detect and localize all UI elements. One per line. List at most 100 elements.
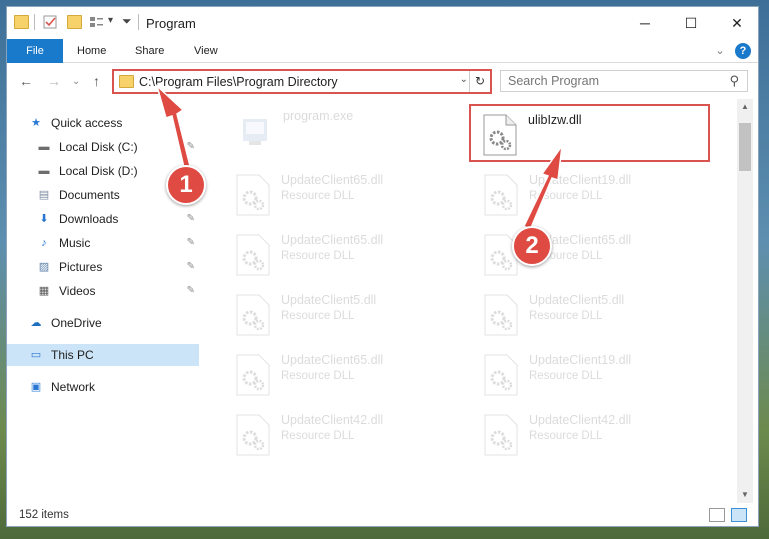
sidebar-item-local-disk-c[interactable]: ▬ Local Disk (C:) ✎ xyxy=(7,136,199,158)
sidebar-item-label: Music xyxy=(59,236,91,250)
file-item[interactable]: UpdateClient65.dll Resource DLL xyxy=(233,351,473,401)
back-button[interactable]: ← xyxy=(19,73,33,89)
address-dropdown-button[interactable]: ⌄ xyxy=(460,74,468,85)
dll-file-icon xyxy=(484,354,518,396)
pin-icon[interactable]: ✎ xyxy=(187,280,195,302)
scroll-down-button[interactable]: ▼ xyxy=(737,487,753,503)
pin-icon[interactable]: ✎ xyxy=(187,136,195,158)
sidebar-item-label: Downloads xyxy=(59,212,119,226)
sidebar-item-pictures[interactable]: ▨ Pictures ✎ xyxy=(7,256,199,278)
dll-file-icon xyxy=(236,174,270,216)
file-item[interactable]: UpdateClient42.dll Resource DLL xyxy=(233,411,473,461)
sidebar-item-onedrive[interactable]: ☁ OneDrive xyxy=(7,312,199,334)
vertical-scrollbar[interactable]: ▲ ▼ xyxy=(737,99,753,503)
window-title: Program xyxy=(146,16,196,31)
divider xyxy=(138,14,139,30)
target-file-highlight xyxy=(469,104,710,162)
navigation-bar: ← → ⌄ ↑ C:\Program Files\Program Directo… xyxy=(7,63,758,99)
sidebar-item-label: Videos xyxy=(59,284,96,298)
tab-share[interactable]: Share xyxy=(135,39,164,63)
download-icon: ⬇ xyxy=(39,213,49,225)
file-type: Resource DLL xyxy=(529,430,603,442)
status-bar: 152 items xyxy=(7,503,758,526)
folder-icon xyxy=(119,75,134,88)
pin-icon[interactable]: ✎ xyxy=(187,232,195,254)
file-name: UpdateClient5.dll xyxy=(281,293,377,307)
chevron-down-icon[interactable]: ▾ xyxy=(108,15,113,26)
sidebar-item-label: Local Disk (D:) xyxy=(59,164,138,178)
new-folder-icon[interactable] xyxy=(67,15,82,29)
file-name: UpdateClient19.dll xyxy=(529,353,632,367)
file-name: UpdateClient65.dll xyxy=(281,233,384,247)
search-box[interactable]: ⚲ xyxy=(500,70,748,92)
file-item[interactable]: UpdateClient42.dll Resource DLL xyxy=(481,411,721,461)
tab-home[interactable]: Home xyxy=(77,39,106,63)
file-name: UpdateClient19.dll xyxy=(529,173,632,187)
sidebar-item-label: Local Disk (C:) xyxy=(59,140,138,154)
sidebar-item-label: Pictures xyxy=(59,260,103,274)
folder-icon xyxy=(14,15,29,29)
file-item[interactable]: UpdateClient65.dll Resource DLL xyxy=(233,171,473,221)
file-type: Resource DLL xyxy=(529,190,603,202)
up-button[interactable]: ↑ xyxy=(93,73,100,89)
large-icons-view-button[interactable] xyxy=(731,508,747,522)
sidebar-item-label: OneDrive xyxy=(51,316,102,330)
pin-icon[interactable]: ✎ xyxy=(187,208,195,230)
address-path[interactable]: C:\Program Files\Program Directory xyxy=(139,75,338,89)
close-button[interactable]: ✕ xyxy=(714,7,758,39)
pin-icon[interactable]: ✎ xyxy=(187,256,195,278)
music-icon: ♪ xyxy=(41,237,47,249)
file-name: UpdateClient42.dll xyxy=(529,413,632,427)
dll-file-icon xyxy=(236,234,270,276)
view-options-icon[interactable] xyxy=(89,15,104,29)
search-input[interactable] xyxy=(501,71,701,91)
sidebar-item-videos[interactable]: ▦ Videos ✎ xyxy=(7,280,199,302)
scrollbar-thumb[interactable] xyxy=(739,123,751,171)
document-icon: ▤ xyxy=(38,189,50,201)
dll-file-icon xyxy=(484,174,518,216)
tab-view[interactable]: View xyxy=(194,39,218,63)
maximize-button[interactable]: ☐ xyxy=(668,7,714,39)
file-item[interactable]: UpdateClient5.dll Resource DLL xyxy=(233,291,473,341)
help-icon[interactable]: ? xyxy=(735,43,751,59)
sidebar-item-label: Quick access xyxy=(51,116,123,130)
sidebar-item-this-pc[interactable]: ▭ This PC xyxy=(7,344,199,366)
file-name: program.exe xyxy=(283,109,354,123)
search-icon[interactable]: ⚲ xyxy=(729,73,739,89)
callout-2: 2 xyxy=(512,226,552,266)
expand-ribbon-icon[interactable]: ⌄ xyxy=(712,43,728,59)
details-view-button[interactable] xyxy=(709,508,725,522)
tab-file[interactable]: File xyxy=(7,39,63,63)
properties-icon[interactable] xyxy=(43,15,58,29)
file-item[interactable]: UpdateClient19.dll Resource DLL xyxy=(481,351,721,401)
title-bar: ▾ ⏷ Program ─ ☐ ✕ xyxy=(7,7,758,39)
file-item-program[interactable]: program.exe xyxy=(235,107,475,157)
file-type: Resource DLL xyxy=(529,310,603,322)
callout-1: 1 xyxy=(166,165,206,205)
dll-file-icon xyxy=(236,354,270,396)
file-item[interactable]: UpdateClient5.dll Resource DLL xyxy=(481,291,721,341)
dll-file-icon xyxy=(484,294,518,336)
sidebar-item-music[interactable]: ♪ Music ✎ xyxy=(7,232,199,254)
sidebar-item-quick-access[interactable]: ★ Quick access xyxy=(7,112,199,134)
drive-icon: ▬ xyxy=(38,165,50,177)
sidebar-item-label: Network xyxy=(51,380,96,394)
file-item[interactable]: UpdateClient65.dll Resource DLL xyxy=(233,231,473,281)
computer-icon: ▭ xyxy=(30,349,42,361)
customize-toolbar-icon[interactable]: ⏷ xyxy=(122,14,132,29)
address-bar[interactable]: C:\Program Files\Program Directory ⌄ ↻ xyxy=(112,69,492,94)
video-icon: ▦ xyxy=(38,285,50,297)
recent-locations-button[interactable]: ⌄ xyxy=(72,76,80,87)
scroll-up-button[interactable]: ▲ xyxy=(737,99,753,115)
pictures-icon: ▨ xyxy=(38,261,50,273)
forward-button[interactable]: → xyxy=(47,73,61,89)
sidebar-item-label: Documents xyxy=(59,188,120,202)
dll-file-icon xyxy=(236,414,270,456)
sidebar-item-network[interactable]: ▣ Network xyxy=(7,376,199,398)
application-icon xyxy=(243,119,267,145)
sidebar-item-downloads[interactable]: ⬇ Downloads ✎ xyxy=(7,208,199,230)
divider xyxy=(34,14,35,30)
refresh-button[interactable]: ↻ xyxy=(469,71,490,92)
file-item[interactable]: UpdateClient19.dll Resource DLL xyxy=(481,171,721,221)
minimize-button[interactable]: ─ xyxy=(622,7,668,39)
